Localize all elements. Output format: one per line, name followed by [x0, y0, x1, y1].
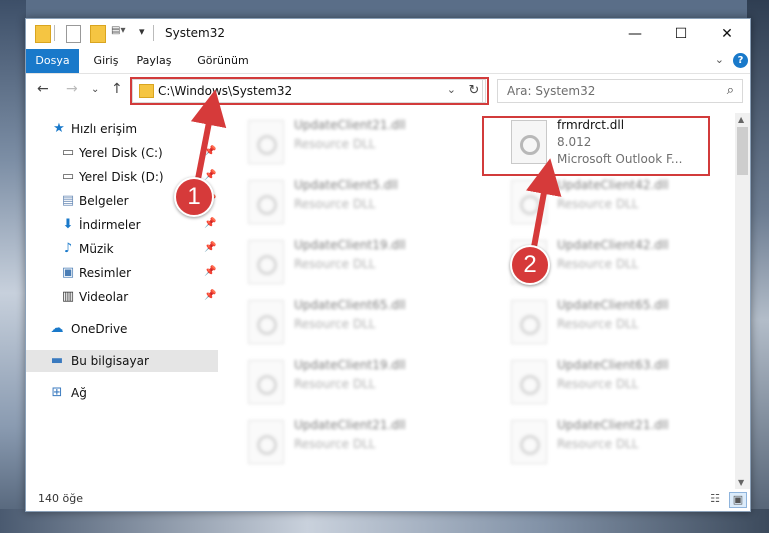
step-marker-2: 2 [510, 245, 550, 285]
arrow-to-address [190, 89, 227, 180]
arrow-to-file [526, 158, 562, 248]
file-explorer-window: ▤▾ ▾ System32 — ☐ ✕ Dosya Giriş Paylaş G… [25, 18, 751, 512]
annotation-arrows [190, 89, 562, 248]
desktop-background-bottom [0, 509, 769, 533]
step-marker-1: 1 [174, 177, 214, 217]
desktop-background-left [0, 0, 26, 533]
